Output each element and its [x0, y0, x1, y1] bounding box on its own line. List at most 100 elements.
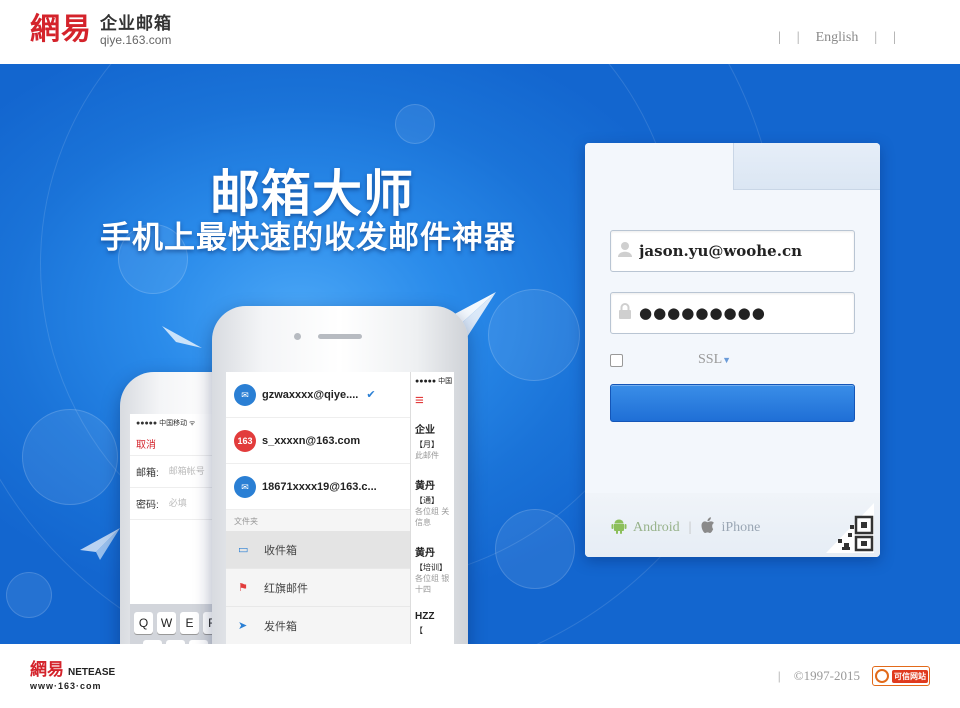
checkmark-icon: ✔ [366, 389, 376, 401]
mail-subject: 【月】 [415, 440, 439, 449]
folder-label: 收件箱 [264, 544, 297, 557]
netease-footer-logo[interactable]: 網易 NETEASE www·163·com [30, 660, 115, 692]
key: W [157, 612, 176, 634]
account-item: ✉ 18671xxxx19@163.c... [226, 464, 410, 510]
password-placeholder: 必填 [168, 498, 187, 508]
mail-subject: 【培训】 [415, 563, 447, 572]
logo-title: 企业邮箱 [100, 13, 172, 33]
password-label: 密码: [136, 500, 159, 511]
logo-text: 企业邮箱 qiye.163.com [100, 14, 172, 47]
copyright-text: ©1997-2015 [793, 668, 860, 683]
login-button[interactable] [610, 384, 855, 422]
lock-icon [611, 302, 639, 324]
folder-sent: ➤ 发件箱 [226, 607, 410, 644]
mail-account-icon: ✉ [234, 475, 256, 498]
cancel-label: 取消 [136, 440, 156, 451]
tab-other-login[interactable] [733, 143, 880, 190]
badge-text: 可信网站 [892, 669, 928, 683]
mail-snippet: 各位组 银十四 [415, 574, 450, 594]
ssl-selector[interactable]: SSL▼ [698, 352, 731, 368]
mail-account-icon: ✉ [234, 383, 256, 406]
image-bubble-icon [495, 509, 575, 589]
login-tabs [585, 143, 880, 190]
phone-screen: ✉ gzwaxxxx@qiye.... ✔ 163 s_xxxxn@163.co… [226, 372, 454, 644]
username-field[interactable] [610, 230, 855, 272]
footer-logo-www: www·163·com [30, 681, 102, 691]
send-icon: ➤ [238, 620, 248, 632]
android-icon [611, 518, 627, 539]
qr-code-icon[interactable] [826, 503, 874, 553]
nav-separator: | [893, 30, 896, 45]
top-nav: | | English | | [770, 30, 904, 46]
phone-status-bar: ●●●●● 中国 [415, 378, 453, 385]
folder-header: 文件夹 [226, 510, 410, 531]
app-download-bar: Android | iPhone [585, 493, 880, 557]
folder-flagged: ⚑ 红旗邮件 [226, 569, 410, 607]
remember-checkbox[interactable] [610, 354, 623, 367]
mail-snippet: 各位组 关信息 [415, 507, 450, 527]
iphone-link[interactable]: iPhone [721, 520, 760, 536]
folder-label: 红旗邮件 [264, 582, 308, 595]
phone-speaker [318, 334, 362, 339]
app-links: Android | iPhone [611, 517, 760, 539]
paper-plane-icon [80, 528, 120, 560]
mail-bubble-icon [22, 409, 118, 505]
nav-separator: | [777, 30, 781, 45]
flag-icon: ⚑ [238, 582, 248, 594]
login-panel: SSL▼ Android | iPhone [585, 143, 880, 557]
header: 網易 企业邮箱 qiye.163.com | | English | | [0, 0, 960, 64]
footer-logo-en: NETEASE [68, 667, 116, 678]
chevron-down-icon: ▼ [722, 355, 732, 365]
mail-subject: 【通】 [415, 496, 439, 505]
apple-icon [700, 517, 715, 539]
mail-sender: HZZ [415, 611, 435, 622]
mail-snippet: 此邮件 [415, 451, 439, 460]
mail-subject: 【 [415, 626, 423, 635]
163-account-icon: 163 [234, 429, 256, 452]
footer-logo-cn: 網易 [30, 660, 64, 680]
mail-sender: 企业 [415, 425, 435, 436]
phone-mockup-front: ✉ gzwaxxxx@qiye.... ✔ 163 s_xxxxn@163.co… [212, 306, 468, 644]
account-item: ✉ gzwaxxxx@qiye.... ✔ [226, 372, 410, 418]
logo-domain: qiye.163.com [100, 32, 172, 47]
android-link[interactable]: Android [633, 520, 680, 536]
footer: 網易 NETEASE www·163·com | ©1997-2015 可信网站 [0, 644, 960, 708]
email-placeholder: 邮箱帐号 [168, 466, 205, 476]
account-list: ✉ gzwaxxxx@qiye.... ✔ 163 s_xxxxn@163.co… [226, 372, 410, 644]
nav-separator: | [874, 30, 878, 45]
app-separator: | [688, 520, 692, 535]
trust-seal-icon [875, 669, 889, 683]
menu-icon: ≡ [415, 392, 424, 409]
inbox-icon: ▭ [238, 544, 249, 556]
chat-bubble-icon [395, 104, 435, 144]
nav-english-link[interactable]: English [816, 30, 859, 46]
folder-label: 发件箱 [264, 620, 297, 633]
email-label: 邮箱: [136, 468, 159, 479]
tab-account-login[interactable] [585, 143, 733, 190]
account-address: s_xxxxn@163.com [262, 434, 361, 447]
trusted-site-badge[interactable]: 可信网站 [872, 666, 930, 686]
key: Q [134, 612, 153, 634]
ssl-label: SSL [698, 352, 723, 367]
user-icon [611, 241, 639, 262]
paper-plane-icon [162, 326, 202, 348]
phone-camera [294, 333, 301, 340]
footer-separator: | [777, 668, 781, 683]
account-address: gzwaxxxx@qiye.... [262, 388, 359, 401]
folder-inbox: ▭ 收件箱 [226, 531, 410, 569]
account-item: 163 s_xxxxn@163.com [226, 418, 410, 464]
mail-list-pane: ●●●●● 中国 ≡ 企业 【月】 此邮件 黄丹 【通】 各位组 关信息 黄丹 … [410, 372, 454, 644]
netease-qiye-logo[interactable]: 網易 企业邮箱 qiye.163.com [30, 13, 172, 47]
logo-mark: 網易 [30, 12, 92, 47]
mail-sender: 黄丹 [415, 481, 435, 492]
password-field[interactable] [610, 292, 855, 334]
key: E [180, 612, 199, 634]
password-input[interactable] [639, 304, 849, 322]
account-address: 18671xxxx19@163.c... [262, 480, 377, 493]
mail-sender: 黄丹 [415, 548, 435, 559]
nav-separator: | [796, 30, 800, 45]
copyright: | ©1997-2015 [778, 668, 860, 684]
send-bubble-icon [488, 289, 580, 381]
username-input[interactable] [639, 242, 849, 260]
hero-subtitle: 手机上最快速的收发邮件神器 [100, 220, 516, 255]
